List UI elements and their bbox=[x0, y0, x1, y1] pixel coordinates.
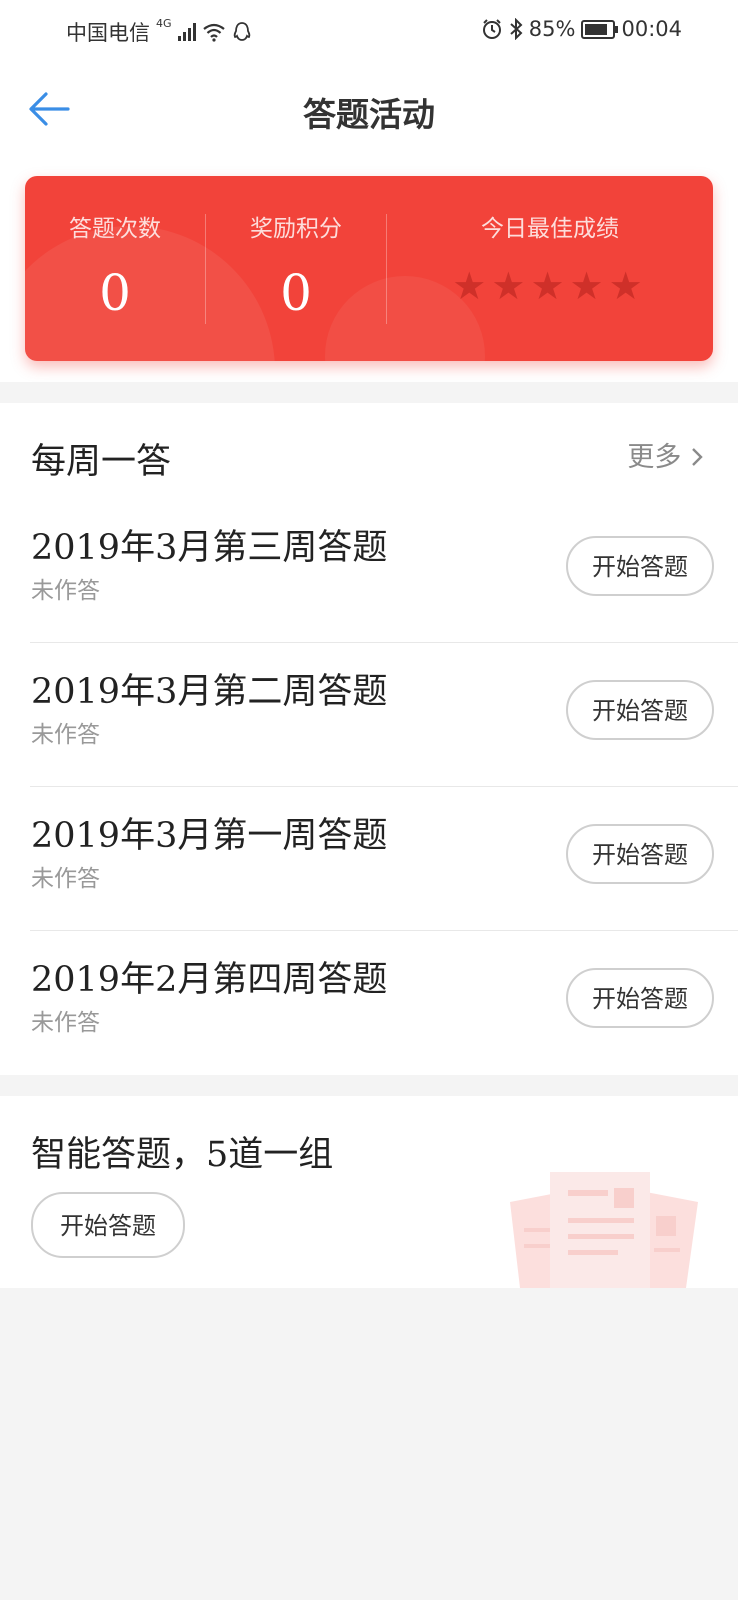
start-smart-quiz-button[interactable]: 开始答题 bbox=[31, 1192, 185, 1258]
start-quiz-button[interactable]: 开始答题 bbox=[566, 536, 714, 596]
qq-notification-icon bbox=[233, 22, 250, 41]
clock: 00:04 bbox=[621, 17, 682, 41]
stat-points-value: 0 bbox=[280, 264, 312, 322]
quiz-status: 未作答 bbox=[31, 578, 100, 604]
quiz-title: 2019年2月第四周答题 bbox=[31, 960, 388, 1000]
battery-icon bbox=[581, 19, 619, 39]
alarm-icon bbox=[482, 19, 501, 39]
star-icon: ★ bbox=[530, 264, 570, 308]
weekly-section-title: 每周一答 bbox=[31, 442, 172, 482]
status-bar: 中国电信 4G 85% 00:04 bbox=[0, 0, 738, 58]
status-right: 85% 00:04 bbox=[481, 17, 682, 41]
more-link[interactable]: 更多 bbox=[627, 435, 704, 474]
quiz-list-item[interactable]: 2019年3月第一周答题 未作答 开始答题 bbox=[0, 787, 738, 931]
carrier-name: 中国电信 bbox=[66, 21, 150, 45]
quiz-title: 2019年3月第一周答题 bbox=[31, 816, 388, 856]
more-label: 更多 bbox=[627, 442, 682, 473]
quiz-status: 未作答 bbox=[31, 866, 100, 892]
star-rating: ★★★★★ bbox=[387, 264, 713, 308]
battery-percent: 85% bbox=[528, 17, 576, 41]
star-icon: ★ bbox=[491, 264, 531, 308]
page-title: 答题活动 bbox=[303, 95, 435, 134]
start-quiz-button[interactable]: 开始答题 bbox=[566, 968, 714, 1028]
star-icon: ★ bbox=[452, 264, 492, 308]
start-quiz-button[interactable]: 开始答题 bbox=[566, 824, 714, 884]
status-left: 中国电信 4G bbox=[66, 17, 252, 47]
stats-card: 答题次数 0 奖励积分 0 今日最佳成绩 ★★★★★ bbox=[25, 176, 713, 361]
quiz-papers-illustration bbox=[510, 1172, 698, 1288]
smart-quiz-section: 智能答题，5道一组 开始答题 bbox=[0, 1096, 738, 1288]
stat-attempts-value: 0 bbox=[99, 264, 131, 322]
stat-attempts: 答题次数 0 bbox=[25, 176, 205, 361]
signal-icon bbox=[177, 23, 196, 41]
quiz-list-item[interactable]: 2019年2月第四周答题 未作答 开始答题 bbox=[0, 931, 738, 1075]
start-quiz-button[interactable]: 开始答题 bbox=[566, 680, 714, 740]
stat-points-label: 奖励积分 bbox=[250, 216, 342, 242]
quiz-title: 2019年3月第三周答题 bbox=[31, 528, 388, 568]
weekly-quiz-section: 每周一答 更多 2019年3月第三周答题 未作答 开始答题 2019年3月第二周… bbox=[0, 403, 738, 1075]
smart-quiz-title: 智能答题，5道一组 bbox=[31, 1135, 334, 1175]
chevron-right-icon bbox=[692, 448, 703, 466]
quiz-list-item[interactable]: 2019年3月第二周答题 未作答 开始答题 bbox=[0, 643, 738, 787]
wifi-icon bbox=[202, 23, 225, 42]
star-icon: ★ bbox=[608, 264, 648, 308]
stat-points: 奖励积分 0 bbox=[206, 176, 386, 361]
stat-attempts-label: 答题次数 bbox=[69, 216, 161, 242]
quiz-title: 2019年3月第二周答题 bbox=[31, 672, 388, 712]
nav-bar: 答题活动 bbox=[0, 58, 738, 158]
bluetooth-icon bbox=[510, 18, 523, 40]
network-type: 4G bbox=[156, 17, 172, 30]
stat-best-label: 今日最佳成绩 bbox=[481, 216, 619, 242]
quiz-list-item[interactable]: 2019年3月第三周答题 未作答 开始答题 bbox=[0, 499, 738, 643]
quiz-status: 未作答 bbox=[31, 722, 100, 748]
stat-best-score: 今日最佳成绩 ★★★★★ bbox=[387, 176, 713, 361]
star-icon: ★ bbox=[569, 264, 609, 308]
quiz-status: 未作答 bbox=[31, 1010, 100, 1036]
